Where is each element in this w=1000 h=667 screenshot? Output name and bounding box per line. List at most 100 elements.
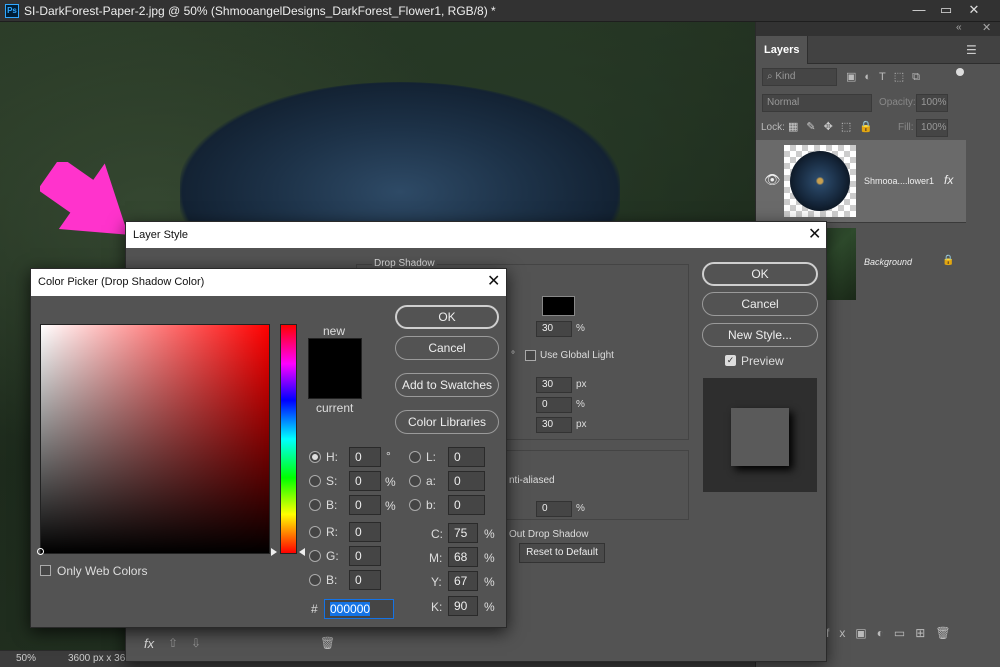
opacity-field[interactable]: 30 bbox=[536, 321, 572, 337]
degree-label: ° bbox=[386, 449, 391, 463]
filter-icons[interactable]: ▣◐T⬚⧉ bbox=[846, 70, 966, 84]
preview-label: Preview bbox=[741, 354, 784, 368]
lightness-input[interactable]: 0 bbox=[448, 447, 485, 467]
hex-value: 000000 bbox=[330, 602, 371, 616]
unit-label: % bbox=[576, 323, 585, 334]
spread-field[interactable]: 0 bbox=[536, 397, 572, 413]
hue-radio[interactable] bbox=[309, 451, 321, 463]
b-channel-input[interactable]: 0 bbox=[448, 495, 485, 515]
unit-label: px bbox=[576, 419, 587, 430]
a-channel-input[interactable]: 0 bbox=[448, 471, 485, 491]
hex-input[interactable]: 000000 bbox=[324, 599, 394, 619]
cyan-input[interactable]: 75 bbox=[448, 523, 478, 543]
saturation-input[interactable]: 0 bbox=[349, 471, 381, 491]
ok-button[interactable]: OK bbox=[702, 262, 818, 286]
layer-name[interactable]: Background bbox=[864, 257, 912, 267]
use-global-light-checkbox[interactable] bbox=[525, 350, 536, 361]
fx-icon[interactable]: fx bbox=[944, 173, 953, 187]
blue-input[interactable]: 0 bbox=[349, 570, 381, 590]
close-panel-icon[interactable]: ✕ bbox=[982, 21, 991, 34]
move-up-icon[interactable]: ⇧ bbox=[168, 636, 178, 650]
green-input[interactable]: 0 bbox=[349, 546, 381, 566]
brightness-radio[interactable] bbox=[309, 499, 321, 511]
lightness-radio[interactable] bbox=[409, 451, 421, 463]
red-radio[interactable] bbox=[309, 526, 321, 538]
cancel-button[interactable]: Cancel bbox=[395, 336, 499, 360]
hue-slider[interactable] bbox=[280, 324, 297, 554]
new-style-button[interactable]: New Style... bbox=[702, 323, 818, 347]
hue-input[interactable]: 0 bbox=[349, 447, 381, 467]
title-bar: Ps SI-DarkForest-Paper-2.jpg @ 50% (Shmo… bbox=[0, 0, 1000, 22]
unit-label: px bbox=[576, 379, 587, 390]
shadow-color-swatch[interactable] bbox=[542, 296, 575, 316]
unit-label: % bbox=[576, 399, 585, 410]
new-label: new bbox=[323, 324, 346, 338]
use-global-light-label: Use Global Light bbox=[540, 350, 614, 361]
trash-icon[interactable]: 🗑 bbox=[320, 636, 335, 650]
a-channel-radio[interactable] bbox=[409, 475, 421, 487]
only-web-colors-checkbox[interactable] bbox=[40, 565, 51, 576]
eye-icon[interactable]: 👁 bbox=[764, 172, 781, 188]
reset-to-default-button[interactable]: Reset to Default bbox=[519, 543, 605, 563]
dialog-title: Layer Style bbox=[126, 222, 826, 248]
hash-label: # bbox=[311, 602, 318, 616]
collapse-icon[interactable]: « bbox=[956, 22, 962, 33]
close-icon[interactable]: ✕ bbox=[808, 222, 821, 248]
lock-icon: 🔒 bbox=[942, 255, 955, 266]
size-field[interactable]: 30 bbox=[536, 417, 572, 433]
tab-layers[interactable]: Layers bbox=[756, 36, 809, 64]
m-label: M: bbox=[429, 551, 443, 565]
layer-name[interactable]: Shmooa....lower1 bbox=[864, 176, 934, 186]
minimize-icon[interactable]: — bbox=[905, 0, 933, 20]
blend-mode-select[interactable]: Normal bbox=[762, 94, 872, 112]
close-icon[interactable]: ✕ bbox=[487, 269, 500, 295]
layer-row-flower[interactable]: 👁 Shmooa....lower1 fx bbox=[756, 140, 966, 222]
fx-button[interactable]: fx bbox=[144, 636, 154, 651]
filter-kind-select[interactable]: ⌕ Kind bbox=[762, 68, 837, 86]
new-color-swatch bbox=[308, 338, 362, 399]
hue-slider-left-handle[interactable] bbox=[271, 548, 277, 556]
lock-icons[interactable]: ▦✎✥⬚🔒 bbox=[788, 120, 881, 133]
cancel-button[interactable]: Cancel bbox=[702, 292, 818, 316]
green-radio[interactable] bbox=[309, 550, 321, 562]
red-input[interactable]: 0 bbox=[349, 522, 381, 542]
filter-toggle-icon[interactable] bbox=[956, 68, 964, 76]
hue-slider-right-handle[interactable] bbox=[299, 548, 305, 556]
percent-label: % bbox=[484, 575, 495, 589]
r-label: R: bbox=[326, 525, 338, 539]
h-label: H: bbox=[326, 450, 338, 464]
saturation-radio[interactable] bbox=[309, 475, 321, 487]
opacity-field[interactable]: 100% bbox=[916, 94, 948, 112]
panel-menu-icon[interactable]: ☰ bbox=[966, 43, 977, 57]
percent-label: % bbox=[385, 499, 396, 513]
preview-checkbox[interactable]: ✓ bbox=[725, 355, 736, 366]
color-field-marker[interactable] bbox=[37, 548, 44, 555]
close-icon[interactable]: ✕ bbox=[960, 0, 988, 20]
add-to-swatches-button[interactable]: Add to Swatches bbox=[395, 373, 499, 397]
maximize-icon[interactable]: ▭ bbox=[932, 0, 960, 20]
knockout-label: Out Drop Shadow bbox=[509, 529, 589, 540]
magenta-input[interactable]: 68 bbox=[448, 547, 478, 567]
kind-label: Kind bbox=[775, 71, 796, 82]
distance-field[interactable]: 30 bbox=[536, 377, 572, 393]
l-label: L: bbox=[426, 450, 437, 464]
color-field[interactable] bbox=[37, 324, 270, 555]
panel-header: « ✕ bbox=[756, 22, 1000, 36]
black-input[interactable]: 90 bbox=[448, 596, 478, 616]
color-libraries-button[interactable]: Color Libraries bbox=[395, 410, 499, 434]
ok-button[interactable]: OK bbox=[395, 305, 499, 329]
yellow-input[interactable]: 67 bbox=[448, 571, 478, 591]
style-preview-box bbox=[703, 378, 817, 492]
layer-action-icons[interactable]: fx▣◐▭⊞🗑 bbox=[826, 626, 961, 640]
brightness-input[interactable]: 0 bbox=[349, 495, 381, 515]
unit-label: % bbox=[576, 503, 585, 514]
move-down-icon[interactable]: ⇩ bbox=[191, 636, 201, 650]
percent-label: % bbox=[484, 551, 495, 565]
layers-tab-bar: Layers ☰ bbox=[756, 36, 1000, 64]
percent-label: % bbox=[385, 475, 396, 489]
blue-radio[interactable] bbox=[309, 574, 321, 586]
fill-field[interactable]: 100% bbox=[916, 119, 948, 137]
zoom-level[interactable]: 50% bbox=[16, 653, 36, 664]
noise-field[interactable]: 0 bbox=[536, 501, 572, 517]
b-channel-radio[interactable] bbox=[409, 499, 421, 511]
